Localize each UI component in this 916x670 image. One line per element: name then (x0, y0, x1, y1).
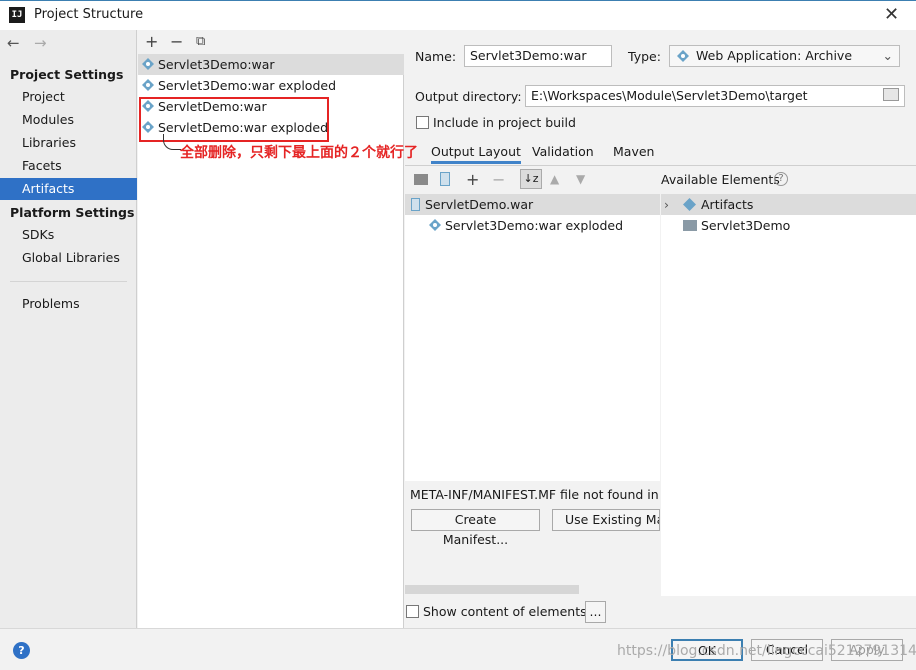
back-arrow-icon[interactable]: ← (7, 34, 20, 52)
show-content-checkbox[interactable] (406, 605, 419, 618)
sidebar-item-global-libraries[interactable]: Global Libraries (0, 247, 137, 269)
chevron-down-icon: ⌄ (882, 48, 893, 63)
watermark-text: https://blog.csdn.net/lingcccai521279131… (617, 643, 916, 659)
remove-element-icon[interactable]: − (492, 170, 505, 189)
output-directory-label: Output directory: (415, 89, 522, 104)
war-artifact-icon (429, 219, 441, 231)
output-layout-tree (405, 194, 660, 481)
create-manifest-button[interactable]: Create Manifest... (411, 509, 540, 547)
close-icon[interactable]: ✕ (884, 4, 899, 25)
output-directory-field[interactable]: E:\Workspaces\Module\Servlet3Demo\target (525, 85, 905, 107)
module-icon (683, 220, 697, 231)
sidebar-item-problems[interactable]: Problems (0, 293, 137, 315)
archive-icon (411, 198, 420, 211)
tree-row-label: Artifacts (701, 197, 754, 212)
forward-arrow-icon[interactable]: → (34, 34, 47, 52)
name-label: Name: (415, 49, 457, 64)
create-archive-icon[interactable] (440, 172, 450, 186)
show-content-label: Show content of elements (423, 604, 587, 619)
type-value: Web Application: Archive (696, 48, 853, 63)
include-in-build-checkbox[interactable] (416, 116, 429, 129)
platform-settings-heading: Platform Settings (10, 205, 135, 220)
copy-icon[interactable]: ⧉ (196, 34, 205, 49)
remove-icon[interactable]: − (170, 32, 183, 51)
annotation-text: 全部删除，只剩下最上面的２个就行了 (180, 145, 418, 161)
add-copy-icon[interactable]: + (466, 170, 479, 189)
use-existing-manifest-button[interactable]: Use Existing Ma (552, 509, 660, 531)
sidebar-item-project[interactable]: Project (0, 86, 137, 108)
tab-maven[interactable]: Maven (613, 144, 654, 159)
artifact-row[interactable]: Servlet3Demo:war exploded (138, 75, 404, 96)
war-artifact-icon (142, 79, 154, 91)
manifest-message: META-INF/MANIFEST.MF file not found in ' (410, 487, 660, 502)
tree-row[interactable]: Servlet3Demo (661, 215, 916, 236)
tree-row-label: Servlet3Demo (701, 218, 791, 233)
window-title: Project Structure (34, 7, 144, 22)
help-circle-icon[interactable]: ? (774, 172, 788, 186)
project-settings-heading: Project Settings (10, 67, 124, 82)
tab-divider (405, 165, 916, 166)
sidebar-divider (10, 281, 127, 282)
artifact-label: Servlet3Demo:war (158, 57, 275, 72)
available-elements-label: Available Elements (661, 172, 780, 187)
folder-icon[interactable] (883, 88, 899, 101)
help-icon[interactable]: ? (13, 642, 30, 659)
include-in-build-label: Include in project build (433, 115, 576, 130)
chevron-right-icon: › (664, 197, 669, 212)
tree-row-label: ServletDemo.war (425, 197, 534, 212)
sidebar-item-facets[interactable]: Facets (0, 155, 137, 177)
war-artifact-icon (142, 58, 154, 70)
tree-row[interactable]: ServletDemo.war (405, 194, 660, 215)
type-label: Type: (628, 49, 661, 64)
annotation-pointer (163, 134, 181, 150)
tab-validation[interactable]: Validation (532, 144, 594, 159)
tree-row[interactable]: › Artifacts (661, 194, 916, 215)
tree-row-label: Servlet3Demo:war exploded (445, 218, 624, 233)
intellij-icon: IJ (9, 7, 25, 23)
sort-icon[interactable]: ↓z (520, 169, 542, 189)
tree-row[interactable]: Servlet3Demo:war exploded (425, 215, 660, 236)
sidebar-item-modules[interactable]: Modules (0, 109, 137, 131)
sidebar-item-artifacts[interactable]: Artifacts (0, 178, 137, 200)
sidebar-item-sdks[interactable]: SDKs (0, 224, 137, 246)
artifacts-icon (683, 198, 696, 211)
add-icon[interactable]: + (145, 32, 158, 51)
artifact-label: Servlet3Demo:war exploded (158, 78, 337, 93)
name-field[interactable]: Servlet3Demo:war (464, 45, 612, 67)
sidebar-item-libraries[interactable]: Libraries (0, 132, 137, 154)
type-select[interactable]: Web Application: Archive ⌄ (669, 45, 900, 67)
web-app-icon (677, 50, 689, 62)
move-up-icon[interactable]: ▲ (550, 172, 559, 186)
available-elements-tree (661, 194, 916, 596)
more-options-button[interactable]: ... (585, 601, 606, 623)
horizontal-scrollbar[interactable] (405, 585, 579, 594)
artifact-row[interactable]: Servlet3Demo:war (138, 54, 404, 75)
move-down-icon[interactable]: ▼ (576, 172, 585, 186)
tab-output-layout[interactable]: Output Layout (431, 144, 521, 164)
create-directory-icon[interactable] (414, 174, 428, 185)
